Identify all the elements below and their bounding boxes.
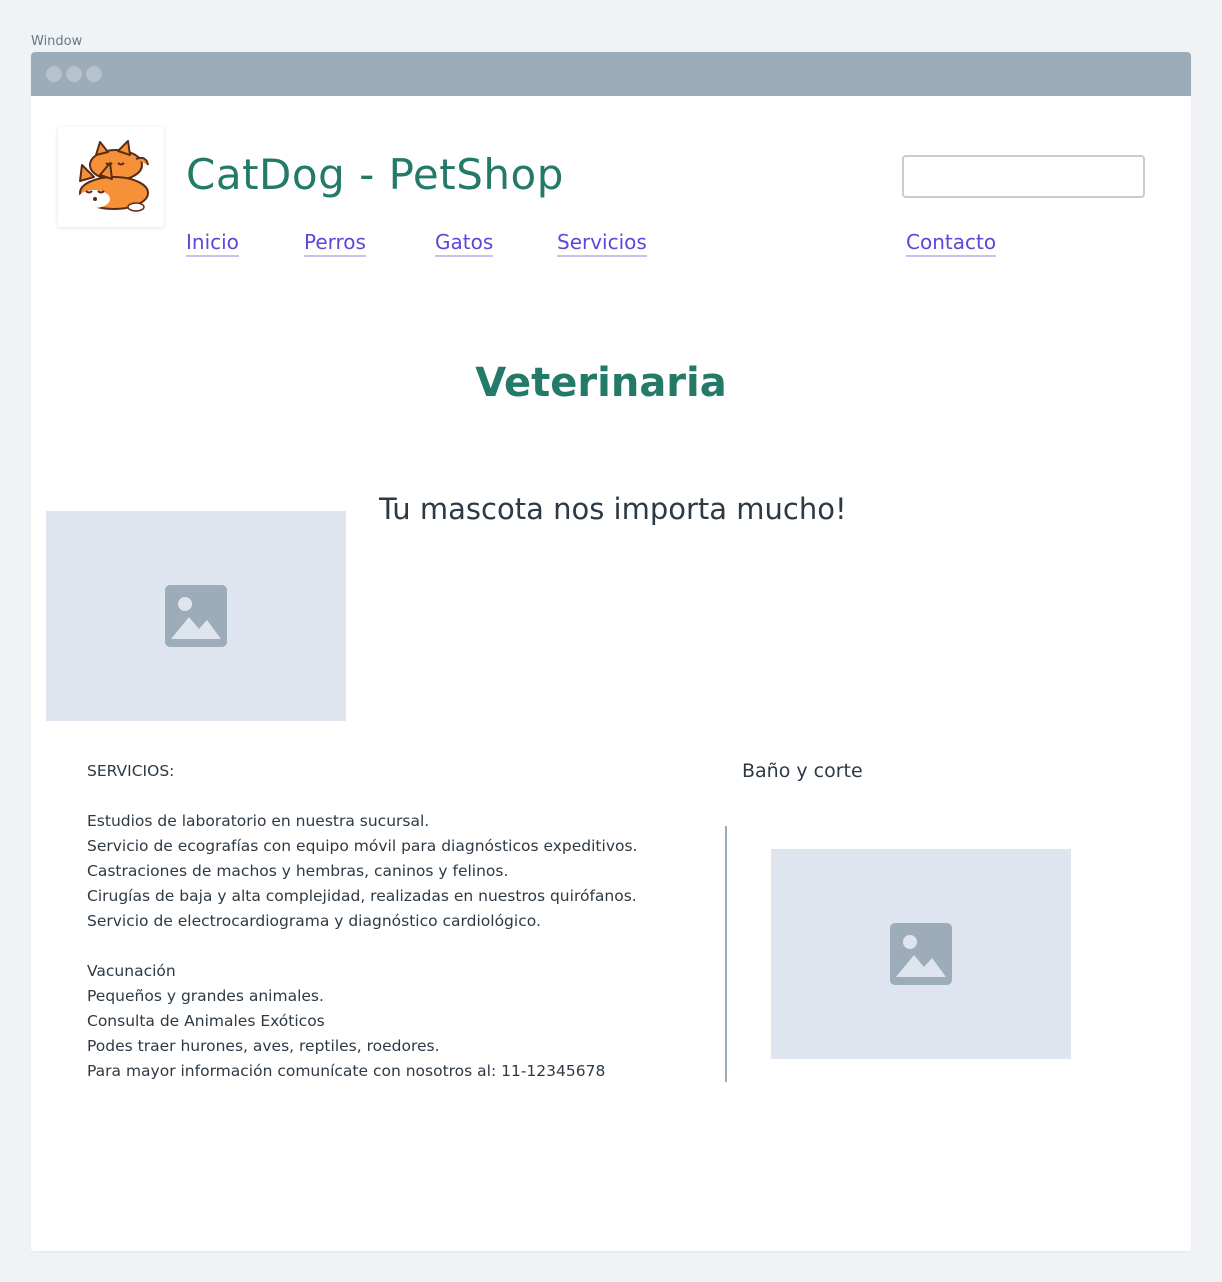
- grooming-title: Baño y corte: [742, 760, 863, 782]
- nav-link-inicio[interactable]: Inicio: [186, 230, 239, 257]
- site-title: CatDog - PetShop: [186, 150, 564, 199]
- grooming-image: [771, 849, 1071, 1059]
- browser-window: CatDog - PetShop Inicio Perros Gatos Ser…: [31, 52, 1191, 1251]
- nav-link-perros[interactable]: Perros: [304, 230, 366, 257]
- page-title: Veterinaria: [475, 360, 727, 406]
- tagline: Tu mascota nos importa mucho!: [379, 492, 847, 526]
- cat-dog-logo-icon: [78, 140, 149, 212]
- services-text: SERVICIOS: Estudios de laboratorio en nu…: [87, 762, 638, 1080]
- nav-link-servicios[interactable]: Servicios: [557, 230, 647, 257]
- window-control-close[interactable]: [46, 66, 62, 82]
- window-label: Window: [31, 34, 83, 49]
- window-titlebar: [31, 52, 1191, 96]
- main-image: [46, 511, 346, 721]
- nav-link-contacto[interactable]: Contacto: [906, 230, 997, 257]
- window-control-minimize[interactable]: [66, 66, 82, 82]
- window-control-maximize[interactable]: [86, 66, 102, 82]
- search-input[interactable]: [902, 155, 1145, 198]
- image-placeholder-icon: [165, 585, 227, 647]
- site-logo[interactable]: [58, 127, 164, 227]
- nav-link-gatos[interactable]: Gatos: [435, 230, 494, 257]
- vertical-divider: [725, 826, 727, 1082]
- image-placeholder-icon: [890, 923, 952, 985]
